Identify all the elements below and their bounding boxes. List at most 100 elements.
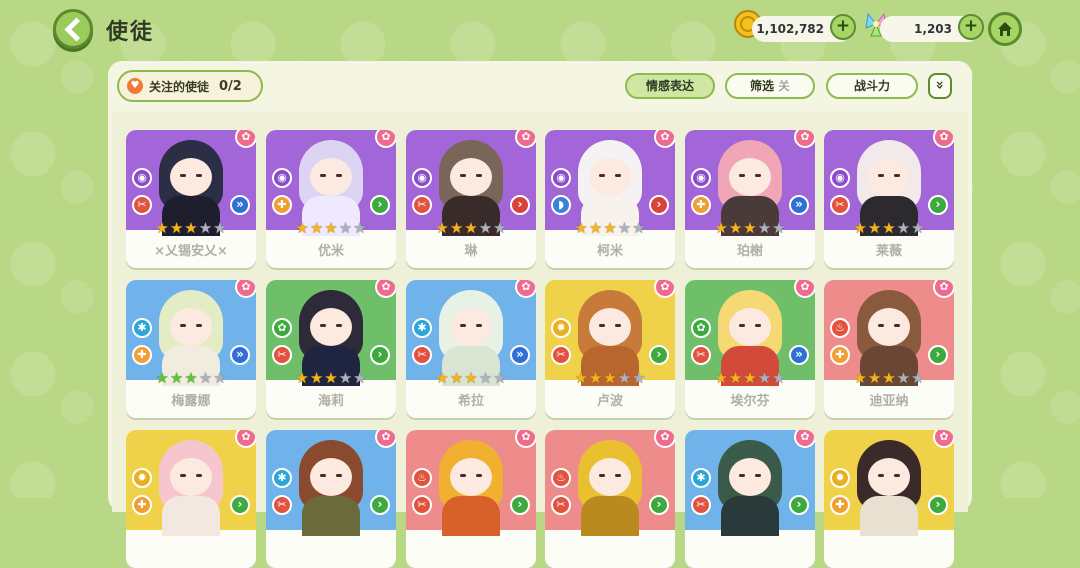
favorite-flower-icon[interactable]: ✿	[375, 280, 396, 298]
element-icon: ◉	[272, 168, 292, 188]
class-icon: ✚	[132, 495, 152, 515]
star-rating: ★ ★ ★ ★ ★	[148, 220, 234, 236]
star-filled-icon: ★	[309, 219, 324, 237]
favorite-flower-icon[interactable]: ✿	[654, 430, 675, 448]
apostle-card[interactable]: ♨ ✂ › ✿	[545, 430, 675, 568]
favorite-flower-icon[interactable]: ✿	[794, 130, 815, 148]
apostle-card[interactable]: ♨ ✂ › ✿	[406, 430, 536, 568]
home-icon	[998, 22, 1012, 36]
apostle-card[interactable]: ◉ ✚ › ★ ★ ★ ★ ★ 优米 ✿	[266, 130, 396, 268]
star-filled-icon: ★	[867, 369, 882, 387]
star-empty-icon: ★	[896, 369, 911, 387]
apostle-card[interactable]: ◉ ✚» ★ ★ ★ ★ ★ 珀榭 ✿	[685, 130, 815, 268]
add-gems-button[interactable]: +	[958, 14, 984, 40]
element-icon: ◉	[412, 168, 432, 188]
apostle-card[interactable]: ✹ ✚ › ✿	[824, 430, 954, 568]
class-icon: ✂	[412, 345, 432, 365]
star-filled-icon: ★	[728, 219, 743, 237]
star-rating: ★ ★ ★ ★ ★	[148, 370, 234, 386]
class-icon: ✂	[272, 345, 292, 365]
apostle-name: 埃尔芬	[730, 394, 770, 409]
star-empty-icon: ★	[911, 219, 925, 237]
favorite-flower-icon[interactable]: ✿	[515, 280, 536, 298]
star-filled-icon: ★	[743, 369, 757, 387]
apostle-card[interactable]: ◉ ◗ › ★ ★ ★ ★ ★ 柯米 ✿	[545, 130, 675, 268]
add-gold-button[interactable]: +	[830, 14, 856, 40]
star-rating: ★ ★ ★ ★ ★	[567, 370, 653, 386]
apostle-card[interactable]: ✹ ✚ › ✿	[126, 430, 256, 568]
star-filled-icon: ★	[574, 369, 588, 387]
favorite-flower-icon[interactable]: ✿	[933, 430, 954, 448]
favorite-flower-icon[interactable]: ✿	[375, 130, 396, 148]
star-filled-icon: ★	[464, 219, 478, 237]
favorite-flower-icon[interactable]: ✿	[515, 430, 536, 448]
attack-type-icon: ›	[649, 345, 669, 365]
star-empty-icon: ★	[338, 369, 353, 387]
star-rating: ★ ★ ★ ★ ★	[567, 220, 653, 236]
class-icon: ✂	[551, 495, 571, 515]
apostle-card[interactable]: ✱ ✂» ★ ★ ★ ★ ★ 希拉 ✿	[406, 280, 536, 418]
favorite-flower-icon[interactable]: ✿	[654, 130, 675, 148]
star-empty-icon: ★	[757, 369, 772, 387]
apostle-name: 希拉	[457, 394, 484, 409]
class-icon: ✂	[691, 345, 711, 365]
filter-button[interactable]: 筛选关	[725, 73, 815, 99]
star-rating: ★ ★ ★ ★ ★	[288, 220, 374, 236]
class-icon: ◗	[551, 195, 571, 215]
favorites-count: 0/2	[219, 78, 242, 94]
apostle-card[interactable]: ✱ ✂ › ✿	[266, 430, 396, 568]
element-icon: ◉	[551, 168, 571, 188]
apostle-card[interactable]: ✿ ✂» ★ ★ ★ ★ ★ 埃尔芬 ✿	[685, 280, 815, 418]
favorite-flower-icon[interactable]: ✿	[933, 130, 954, 148]
favorite-flower-icon[interactable]: ✿	[654, 280, 675, 298]
class-icon: ✚	[132, 345, 152, 365]
home-button[interactable]	[988, 12, 1022, 46]
apostle-name: 柯米	[596, 244, 623, 259]
star-empty-icon: ★	[617, 369, 632, 387]
back-button[interactable]	[53, 9, 93, 49]
star-filled-icon: ★	[882, 369, 896, 387]
emotion-label: 情感表达	[645, 79, 694, 93]
apostle-card[interactable]: ✱ ✚» ★ ★ ★ ★ ★ 梅露娜 ✿	[126, 280, 256, 418]
favorite-apostles-filter[interactable]: ♥ 关注的使徒 0/2	[117, 70, 263, 102]
star-filled-icon: ★	[295, 369, 309, 387]
favorite-flower-icon[interactable]: ✿	[235, 130, 256, 148]
attack-type-icon: »	[230, 345, 250, 365]
apostle-name: 优米	[317, 244, 344, 259]
apostle-card[interactable]: ◉ ✂ › ★ ★ ★ ★ ★ 莱薇 ✿	[824, 130, 954, 268]
sort-power-button[interactable]: 战斗力	[826, 73, 918, 99]
apostle-card[interactable]: ✿ ✂ › ★ ★ ★ ★ ★ 海莉 ✿	[266, 280, 396, 418]
star-filled-icon: ★	[169, 369, 184, 387]
star-filled-icon: ★	[295, 219, 309, 237]
favorite-flower-icon[interactable]: ✿	[235, 280, 256, 298]
class-icon: ✂	[551, 345, 571, 365]
star-empty-icon: ★	[213, 369, 227, 387]
star-filled-icon: ★	[574, 219, 588, 237]
power-label: 战斗力	[853, 79, 890, 93]
class-icon: ✂	[412, 495, 432, 515]
expand-button[interactable]: »	[928, 73, 952, 99]
favorite-flower-icon[interactable]: ✿	[794, 280, 815, 298]
favorite-flower-icon[interactable]: ✿	[933, 280, 954, 298]
favorite-flower-icon[interactable]: ✿	[794, 430, 815, 448]
favorite-flower-icon[interactable]: ✿	[235, 430, 256, 448]
apostle-card[interactable]: ✱ ✂ › ✿	[685, 430, 815, 568]
apostle-name: 梅露娜	[171, 394, 211, 409]
star-filled-icon: ★	[714, 219, 728, 237]
apostle-card[interactable]: ♨ ✚ › ★ ★ ★ ★ ★ 迪亚纳 ✿	[824, 280, 954, 418]
favorite-flower-icon[interactable]: ✿	[375, 430, 396, 448]
favorite-flower-icon[interactable]: ✿	[515, 130, 536, 148]
element-icon: ♨	[412, 468, 432, 488]
star-empty-icon: ★	[198, 369, 213, 387]
attack-type-icon: »	[230, 195, 250, 215]
apostle-card[interactable]: ◉ ✂ › ★ ★ ★ ★ ★ 琳 ✿	[406, 130, 536, 268]
star-filled-icon: ★	[309, 369, 324, 387]
emotion-button[interactable]: 情感表达	[625, 73, 715, 99]
apostle-card[interactable]: ◉ ✂» ★ ★ ★ ★ ★ ×乂锡安乂× ✿	[126, 130, 256, 268]
apostle-name: 珀榭	[736, 244, 763, 259]
class-icon: ✚	[691, 195, 711, 215]
star-filled-icon: ★	[155, 369, 169, 387]
star-filled-icon: ★	[184, 219, 198, 237]
class-icon: ✂	[272, 495, 292, 515]
apostle-card[interactable]: ✹ ✂ › ★ ★ ★ ★ ★ 卢波 ✿	[545, 280, 675, 418]
